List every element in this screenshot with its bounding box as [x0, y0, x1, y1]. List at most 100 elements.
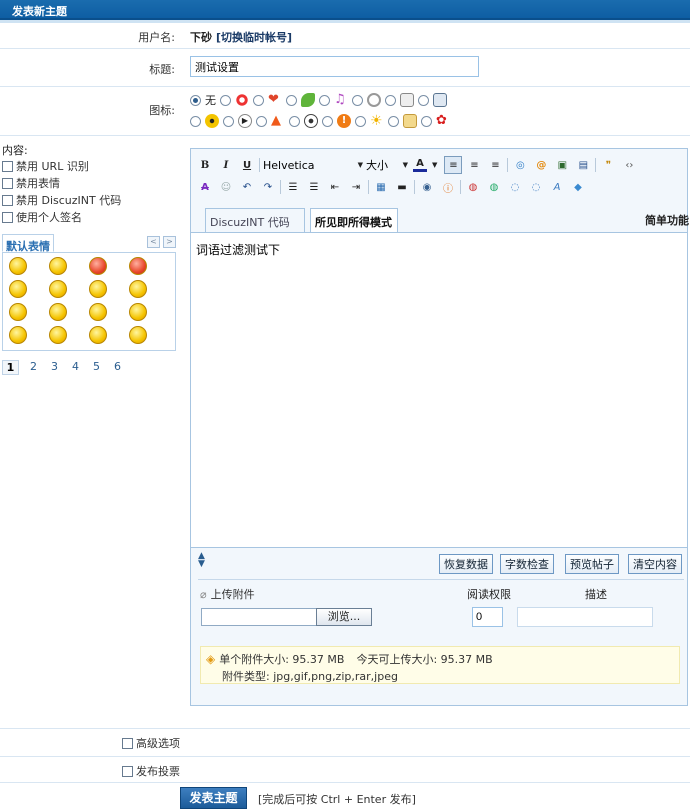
disable-smiley-checkbox[interactable]: [2, 177, 13, 189]
smiley-icon[interactable]: [129, 303, 147, 321]
remove-format-icon[interactable]: A: [196, 178, 214, 196]
smiley-icon[interactable]: [129, 326, 147, 344]
ordered-list-icon[interactable]: ☰: [284, 178, 302, 196]
flash-icon[interactable]: ◉: [418, 178, 436, 196]
indent-icon[interactable]: ⇥: [347, 178, 365, 196]
outdent-icon[interactable]: ⇤: [326, 178, 344, 196]
smiley-icon[interactable]: [89, 257, 107, 275]
icon-radio[interactable]: [388, 115, 399, 127]
font-color-button[interactable]: A: [411, 156, 429, 174]
smiley-icon[interactable]: [9, 326, 27, 344]
clear-content-button[interactable]: 清空内容: [628, 554, 682, 574]
page-link-3[interactable]: 3: [44, 360, 65, 375]
align-right-button[interactable]: ≡: [486, 156, 504, 174]
email-icon[interactable]: @: [532, 156, 550, 174]
advanced-options-checkbox[interactable]: [122, 737, 133, 749]
buy-icon[interactable]: ◍: [485, 178, 503, 196]
subject-input[interactable]: [190, 56, 479, 77]
restore-data-button[interactable]: 恢复数据: [439, 554, 493, 574]
icon-radio-none[interactable]: [190, 94, 201, 106]
table-icon[interactable]: ▦: [372, 178, 390, 196]
poll-checkbox[interactable]: [122, 765, 133, 777]
use-signature-checkbox[interactable]: [2, 211, 13, 223]
poll-toggle[interactable]: 发布投票: [122, 763, 180, 779]
redo-icon[interactable]: ↷: [259, 178, 277, 196]
option-disable-url[interactable]: 禁用 URL 识别: [2, 158, 89, 174]
media-icon[interactable]: ▤: [574, 156, 592, 174]
code-icon[interactable]: ‹›: [620, 156, 638, 174]
font-name-select[interactable]: Helvetica ▼: [263, 159, 363, 172]
image-icon[interactable]: ▣: [553, 156, 571, 174]
smiley-icon[interactable]: [49, 326, 67, 344]
unordered-list-icon[interactable]: ☰: [305, 178, 323, 196]
info-icon[interactable]: ⓘ: [439, 178, 457, 196]
icon-radio[interactable]: [322, 115, 333, 127]
smiley-tab-default[interactable]: 默认表情: [2, 234, 54, 253]
smiley-icon[interactable]: [49, 280, 67, 298]
icon-radio[interactable]: [319, 94, 330, 106]
icon-radio[interactable]: [289, 115, 300, 127]
undo-icon[interactable]: ↶: [238, 178, 256, 196]
tab-wysiwyg-mode[interactable]: 所见即所得模式: [310, 208, 398, 233]
sale-icon[interactable]: ◍: [464, 178, 482, 196]
page-link-6[interactable]: 6: [107, 360, 128, 375]
icon-radio[interactable]: [220, 94, 231, 106]
page-link-5[interactable]: 5: [86, 360, 107, 375]
bold-button[interactable]: B: [196, 156, 214, 174]
submit-button[interactable]: 发表主题: [180, 787, 247, 809]
smiley-prev-button[interactable]: <: [147, 236, 160, 248]
icon-radio[interactable]: [418, 94, 429, 106]
align-center-button[interactable]: ≡: [465, 156, 483, 174]
switch-account-link[interactable]: [切换临时帐号]: [216, 29, 292, 45]
page-link-2[interactable]: 2: [23, 360, 44, 375]
smiley-icon[interactable]: [9, 257, 27, 275]
smiley-icon[interactable]: [89, 303, 107, 321]
tab-code-mode[interactable]: DiscuzINT 代码模式: [205, 208, 305, 245]
font-size-select[interactable]: 大小 ▼: [366, 157, 408, 173]
icon-radio[interactable]: [355, 115, 366, 127]
read-permission-input[interactable]: [472, 607, 503, 627]
smiley-icon[interactable]: [89, 280, 107, 298]
smiley-toggle-icon[interactable]: ☺: [217, 178, 235, 196]
hide-icon[interactable]: ◌: [506, 178, 524, 196]
editor-content-area[interactable]: 词语过滤测试下: [191, 232, 687, 548]
disable-url-checkbox[interactable]: [2, 160, 13, 172]
icon-radio[interactable]: [253, 94, 264, 106]
resize-handle-icon[interactable]: ▲ ▼: [198, 552, 205, 569]
icon-radio[interactable]: [421, 115, 432, 127]
icon-radio[interactable]: [286, 94, 297, 106]
align-left-button[interactable]: ≡: [444, 156, 463, 174]
italic-button[interactable]: I: [217, 156, 235, 174]
advanced-options-toggle[interactable]: 高级选项: [122, 735, 180, 751]
option-disable-code[interactable]: 禁用 DiscuzINT 代码: [2, 192, 121, 208]
smiley-icon[interactable]: [129, 257, 147, 275]
option-disable-smiley[interactable]: 禁用表情: [2, 175, 60, 191]
simple-mode-link[interactable]: 简单功能: [645, 212, 689, 228]
smiley-icon[interactable]: [49, 257, 67, 275]
word-count-button[interactable]: 字数检查: [500, 554, 554, 574]
icon-radio[interactable]: [223, 115, 234, 127]
file-path-input[interactable]: [201, 608, 317, 626]
preview-button[interactable]: 预览帖子: [565, 554, 619, 574]
quote-icon[interactable]: ❞: [599, 156, 617, 174]
font-icon[interactable]: A: [548, 178, 566, 196]
icon-radio[interactable]: [352, 94, 363, 106]
disable-code-checkbox[interactable]: [2, 194, 13, 206]
smiley-next-button[interactable]: >: [163, 236, 176, 248]
browse-button[interactable]: 浏览...: [316, 608, 372, 626]
underline-button[interactable]: U: [238, 156, 256, 174]
icon-radio[interactable]: [385, 94, 396, 106]
smiley-icon[interactable]: [9, 303, 27, 321]
paste-icon[interactable]: ◆: [569, 178, 587, 196]
smiley-icon[interactable]: [49, 303, 67, 321]
hr-icon[interactable]: ▬: [393, 178, 411, 196]
icon-radio[interactable]: [190, 115, 201, 127]
page-link-4[interactable]: 4: [65, 360, 86, 375]
free-icon[interactable]: ◌: [527, 178, 545, 196]
smiley-icon[interactable]: [89, 326, 107, 344]
smiley-icon[interactable]: [9, 280, 27, 298]
link-icon[interactable]: ◎: [511, 156, 529, 174]
icon-radio[interactable]: [256, 115, 267, 127]
smiley-icon[interactable]: [129, 280, 147, 298]
option-use-signature[interactable]: 使用个人签名: [2, 209, 82, 225]
